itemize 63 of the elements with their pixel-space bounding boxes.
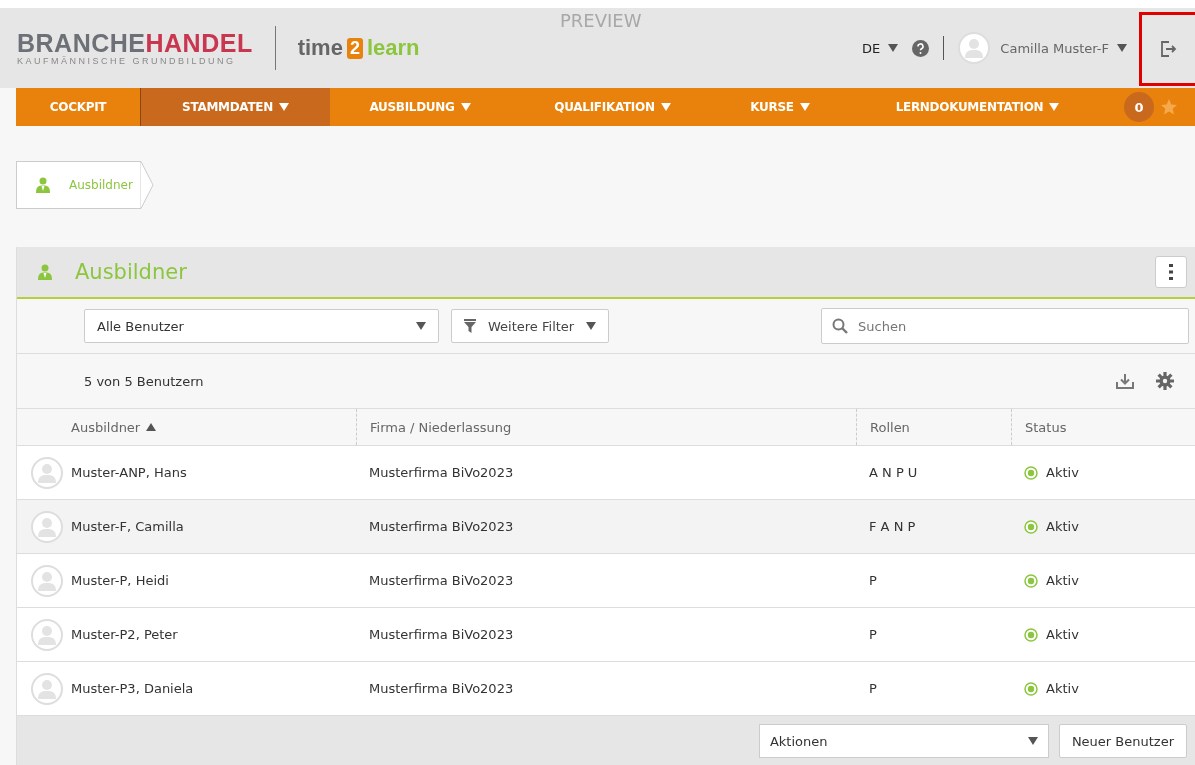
more-options-button[interactable]	[1155, 256, 1187, 288]
person-icon	[35, 177, 51, 193]
search-icon	[832, 318, 848, 334]
caret-icon	[416, 322, 426, 330]
caret-icon	[888, 44, 899, 52]
brand-logo: BRANCHEHANDEL	[17, 30, 253, 56]
status-text: Aktiv	[1046, 681, 1079, 696]
chevron-icon	[139, 161, 154, 209]
language-selector[interactable]: DE	[862, 40, 899, 56]
status-text: Aktiv	[1046, 519, 1079, 534]
table-cell: P	[856, 661, 1011, 715]
user-avatar	[31, 564, 63, 597]
logout-icon[interactable]	[1159, 40, 1178, 58]
table-cell: Musterfirma BiVo2023	[356, 661, 856, 715]
nav-tab[interactable]: QUALIFIKATION	[510, 88, 715, 126]
status-text: Aktiv	[1046, 627, 1079, 642]
user-avatar	[31, 672, 63, 705]
table-cell: Muster-P3, Daniela	[71, 661, 356, 715]
preview-label: PREVIEW	[560, 10, 642, 31]
table-cell: A N P U	[856, 445, 1011, 499]
new-user-button[interactable]: Neuer Benutzer	[1058, 724, 1187, 758]
search-field[interactable]: Suchen	[821, 308, 1189, 344]
table-cell: Muster-ANP, Hans	[71, 445, 356, 499]
status-text: Aktiv	[1046, 465, 1079, 480]
column-header[interactable]: Ausbildner	[71, 409, 356, 445]
table-cell: Musterfirma BiVo2023	[356, 553, 856, 607]
user-avatar	[31, 510, 63, 543]
nav-tab[interactable]: KURSE	[715, 88, 845, 126]
nav-tab[interactable]: AUSBILDUNG	[330, 88, 510, 126]
star-icon[interactable]	[1160, 98, 1178, 116]
user-avatar	[31, 456, 63, 489]
user-filter-dropdown[interactable]: Alle Benutzer	[84, 309, 439, 343]
user-avatar	[31, 618, 63, 651]
caret-icon	[1117, 44, 1127, 52]
table-cell: P	[856, 553, 1011, 607]
app-logo: time 2 learn	[297, 35, 420, 61]
table-cell: Musterfirma BiVo2023	[356, 499, 856, 553]
table-cell: Muster-P2, Peter	[71, 607, 356, 661]
table-cell: Musterfirma BiVo2023	[356, 445, 856, 499]
user-menu[interactable]: Camilla Muster-F	[1000, 40, 1127, 56]
table-cell: P	[856, 607, 1011, 661]
status-text: Aktiv	[1046, 573, 1079, 588]
nav-tab[interactable]: LERNDOKUMENTATION	[845, 88, 1110, 126]
more-filters-button[interactable]: Weitere Filter	[451, 309, 610, 343]
notification-badge[interactable]: 0	[1124, 92, 1154, 122]
table-cell: Musterfirma BiVo2023	[356, 607, 856, 661]
caret-icon	[586, 322, 597, 330]
panel-title: Ausbildner	[75, 260, 187, 284]
help-icon[interactable]	[912, 39, 930, 57]
person-icon	[37, 264, 53, 280]
table-cell: F A N P	[856, 499, 1011, 553]
export-icon[interactable]	[1115, 371, 1135, 391]
caret-icon	[1027, 737, 1038, 745]
user-avatar	[958, 32, 991, 64]
nav-tab[interactable]: COCKPIT	[16, 88, 140, 126]
filter-icon	[464, 319, 476, 333]
table-cell: Muster-F, Camilla	[71, 499, 356, 553]
table-cell: Muster-P, Heidi	[71, 553, 356, 607]
actions-dropdown[interactable]: Aktionen	[758, 724, 1049, 758]
settings-icon[interactable]	[1155, 371, 1175, 391]
user-count: 5 von 5 Benutzern	[84, 373, 204, 389]
brand-tagline: KAUFMÄNNISCHE GRUNDBILDUNG	[17, 56, 237, 66]
nav-tab[interactable]: STAMMDATEN	[140, 88, 330, 126]
